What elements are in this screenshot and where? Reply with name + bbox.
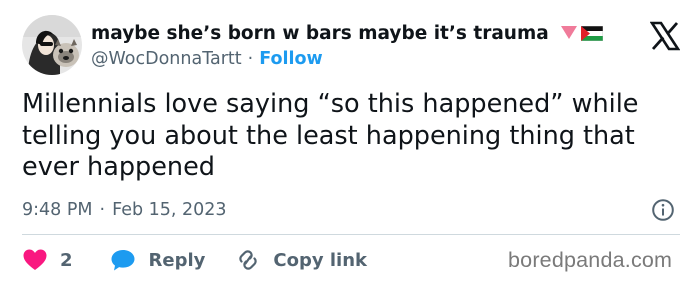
like-count: 2 <box>60 249 73 271</box>
meta-separator: · <box>99 200 106 220</box>
like-button[interactable]: 2 <box>22 248 73 272</box>
speech-bubble-icon <box>111 250 135 271</box>
name-emoji-group <box>560 25 603 41</box>
copy-link-label: Copy link <box>273 249 367 271</box>
reply-button[interactable]: Reply <box>110 248 206 272</box>
palestine-flag-emoji <box>580 25 603 41</box>
divider <box>22 234 680 235</box>
reply-label: Reply <box>148 249 206 271</box>
copy-link-button[interactable]: Copy link <box>235 248 367 272</box>
author-handle[interactable]: @WocDonnaTartt <box>91 49 242 69</box>
follow-button[interactable]: Follow <box>259 49 322 69</box>
link-icon <box>239 250 258 270</box>
tweet-meta: 9:48 PM · Feb 15, 2023 <box>22 197 227 223</box>
author-name-row: maybe she’s born w bars maybe it’s traum… <box>91 20 603 46</box>
x-logo-icon[interactable] <box>649 21 681 51</box>
pink-heart-emoji <box>560 26 577 39</box>
avatar[interactable] <box>22 15 82 75</box>
tweet-text: Millennials love saying “so this happene… <box>22 89 639 182</box>
watermark: boredpanda.com <box>508 248 673 272</box>
info-circle-icon[interactable] <box>651 198 675 222</box>
author-display-name[interactable]: maybe she’s born w bars maybe it’s traum… <box>91 23 549 44</box>
tweet-actions: 2 Reply Copy link <box>22 245 367 275</box>
tweet-time[interactable]: 9:48 PM <box>22 200 93 220</box>
author-handle-row: @WocDonnaTartt · Follow <box>91 47 323 71</box>
handle-separator: · <box>247 49 254 69</box>
heart-icon <box>23 249 47 270</box>
tweet-date[interactable]: Feb 15, 2023 <box>112 200 226 220</box>
avatar-photo <box>22 15 82 75</box>
